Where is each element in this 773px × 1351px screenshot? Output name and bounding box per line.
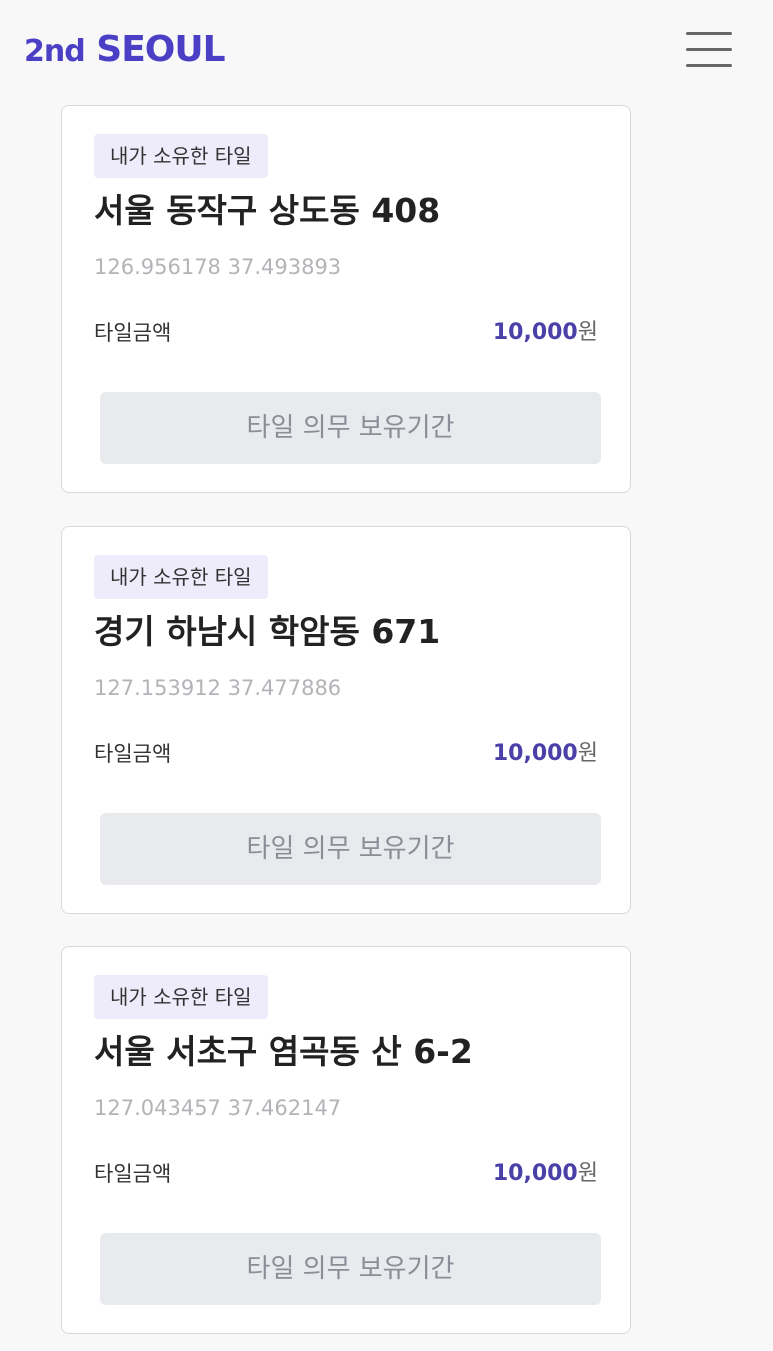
tile-amount-value: 10,000 (492, 320, 578, 345)
tile-amount-value: 10,000 (492, 741, 578, 766)
tile-address: 서울 서초구 염곡동 산 6-2 (94, 1032, 473, 1071)
holding-period-button[interactable]: 타일 의무 보유기간 (100, 1233, 601, 1305)
tile-amount-unit: 원 (577, 1161, 598, 1186)
holding-period-button[interactable]: 타일 의무 보유기간 (100, 392, 601, 464)
holding-period-button[interactable]: 타일 의무 보유기간 (100, 813, 601, 885)
tile-card[interactable]: 내가 소유한 타일 서울 동작구 상도동 408 126.956178 37.4… (61, 105, 631, 493)
tile-address: 서울 동작구 상도동 408 (94, 191, 441, 230)
logo-prefix: 2nd (24, 34, 86, 69)
logo-main: SEOUL (96, 29, 225, 70)
hamburger-menu-icon[interactable] (684, 30, 732, 70)
menu-line (686, 32, 732, 35)
tile-coordinates: 126.956178 37.493893 (94, 255, 342, 279)
tile-amount: 10,000원 (493, 739, 598, 769)
tile-amount-value: 10,000 (492, 1161, 578, 1186)
tile-card[interactable]: 내가 소유한 타일 경기 하남시 학암동 671 127.153912 37.4… (61, 526, 631, 914)
tile-address: 경기 하남시 학암동 671 (94, 612, 441, 651)
app-header: 2nd SEOUL (0, 0, 773, 100)
tile-amount-unit: 원 (577, 741, 598, 766)
owned-tile-badge: 내가 소유한 타일 (94, 555, 268, 599)
tile-amount-label: 타일금액 (94, 1162, 172, 1186)
tile-coordinates: 127.153912 37.477886 (94, 676, 342, 700)
tile-coordinates: 127.043457 37.462147 (94, 1096, 342, 1120)
tile-amount: 10,000원 (493, 318, 598, 348)
owned-tile-badge: 내가 소유한 타일 (94, 975, 268, 1019)
owned-tile-badge: 내가 소유한 타일 (94, 134, 268, 178)
logo[interactable]: 2nd SEOUL (24, 28, 226, 74)
tile-card[interactable]: 내가 소유한 타일 서울 서초구 염곡동 산 6-2 127.043457 37… (61, 946, 631, 1334)
tile-amount-unit: 원 (577, 320, 598, 345)
menu-line (686, 64, 732, 67)
tile-amount: 10,000원 (493, 1159, 598, 1189)
tile-amount-label: 타일금액 (94, 742, 172, 766)
menu-line (686, 48, 732, 51)
tile-amount-label: 타일금액 (94, 321, 172, 345)
